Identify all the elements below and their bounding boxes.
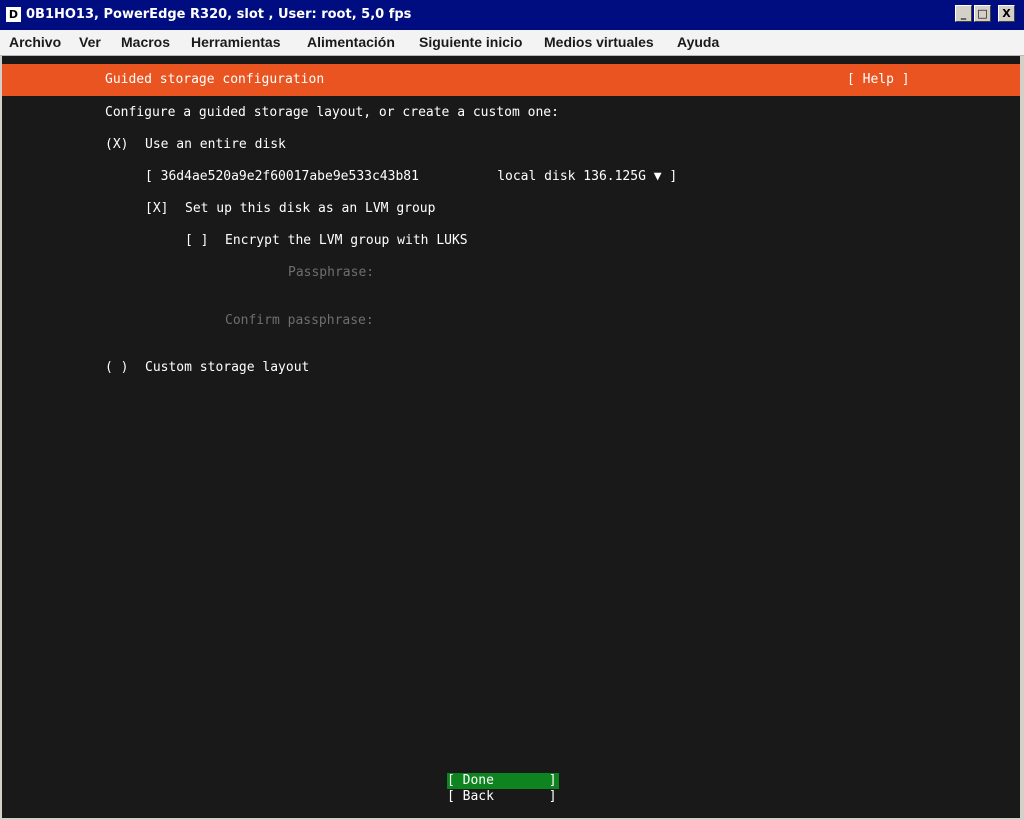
menu-siguiente-inicio[interactable]: Siguiente inicio <box>419 33 522 51</box>
menu-medios-virtuales[interactable]: Medios virtuales <box>544 33 654 51</box>
passphrase-field: Passphrase: <box>288 265 375 280</box>
remote-console-screen[interactable]: Guided storage configuration [ Help ] Co… <box>2 56 1020 818</box>
installer-header: Guided storage configuration [ Help ] <box>2 64 1020 96</box>
back-button[interactable]: [ Back ] <box>447 789 559 805</box>
menu-archivo[interactable]: Archivo <box>9 33 61 51</box>
intro-text: Configure a guided storage layout, or cr… <box>105 105 559 120</box>
lvm-label: Set up this disk as an LVM group <box>185 201 436 216</box>
entire-disk-radio[interactable]: (X) <box>105 137 128 153</box>
disk-select-dropdown[interactable]: [ 36d4ae520a9e2f60017abe9e533c43b81 loca… <box>145 169 677 185</box>
custom-layout-label: Custom storage layout <box>145 360 310 375</box>
menu-alimentacion[interactable]: Alimentación <box>307 33 395 51</box>
lvm-checkbox[interactable]: [X] <box>145 201 168 217</box>
minimize-button[interactable]: _ <box>955 5 972 22</box>
help-button[interactable]: [ Help ] <box>847 72 910 88</box>
entire-disk-label: Use an entire disk <box>145 137 286 152</box>
menu-herramientas[interactable]: Herramientas <box>191 33 281 51</box>
page-title: Guided storage configuration <box>105 72 325 87</box>
luks-label: Encrypt the LVM group with LUKS <box>225 233 468 248</box>
done-button[interactable]: [ Done ] <box>447 773 559 789</box>
custom-layout-radio[interactable]: ( ) <box>105 360 128 376</box>
close-button[interactable]: X <box>998 5 1015 22</box>
app-icon: D <box>6 7 21 22</box>
menu-ayuda[interactable]: Ayuda <box>677 33 719 51</box>
menu-ver[interactable]: Ver <box>79 33 101 51</box>
menu-bar: Archivo Ver Macros Herramientas Alimenta… <box>0 30 1024 56</box>
window-titlebar: D 0B1HO13, PowerEdge R320, slot , User: … <box>0 0 1024 30</box>
window-title: 0B1HO13, PowerEdge R320, slot , User: ro… <box>26 7 412 22</box>
luks-checkbox[interactable]: [ ] <box>185 233 208 249</box>
maximize-button[interactable]: □ <box>974 5 991 22</box>
menu-macros[interactable]: Macros <box>121 33 170 51</box>
confirm-passphrase-field: Confirm passphrase: <box>225 313 374 328</box>
